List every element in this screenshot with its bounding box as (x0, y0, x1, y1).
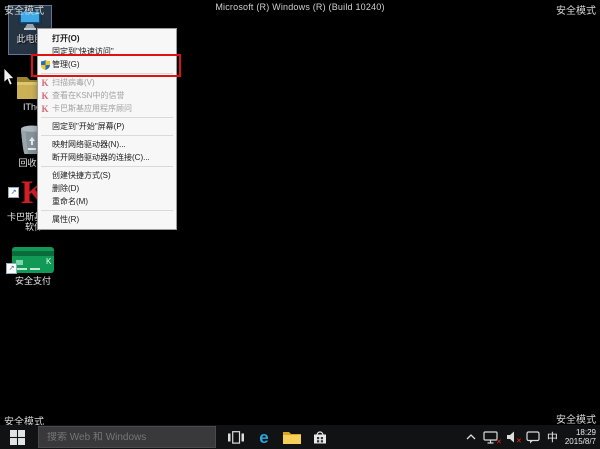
menu-icon-slot (40, 122, 50, 132)
task-view-button[interactable] (222, 425, 250, 449)
menu-item-open[interactable]: 打开(O) (38, 32, 176, 45)
show-hidden-icons-button[interactable] (466, 434, 476, 440)
disabled-x-icon: ✕ (496, 438, 502, 446)
menu-icon-slot (40, 171, 50, 181)
ime-indicator[interactable]: 中 (547, 429, 558, 445)
kaspersky-icon: K (40, 78, 50, 88)
edge-icon: e (259, 429, 268, 446)
start-button[interactable] (0, 425, 34, 449)
shortcut-arrow-icon: ↗ (6, 263, 17, 274)
menu-icon-slot (40, 153, 50, 163)
menu-item-label: 重命名(M) (52, 196, 88, 207)
taskbar-clock[interactable]: 18:29 2015/8/7 (565, 428, 596, 446)
menu-item-label: 断开网络驱动器的连接(C)... (52, 152, 150, 163)
annotation-highlight-box (31, 54, 181, 77)
menu-item-label: 属性(R) (52, 214, 79, 225)
chevron-up-icon (466, 434, 476, 440)
menu-item-disconnect-network-drive[interactable]: 断开网络驱动器的连接(C)... (38, 151, 176, 164)
menu-item-properties[interactable]: 属性(R) (38, 213, 176, 226)
menu-item-rename[interactable]: 重命名(M) (38, 195, 176, 208)
menu-separator (41, 166, 173, 167)
mouse-cursor (3, 68, 15, 91)
menu-icon-slot (40, 140, 50, 150)
menu-item-delete[interactable]: 删除(D) (38, 182, 176, 195)
menu-separator (41, 117, 173, 118)
menu-item-kaspersky-app-advisor[interactable]: K卡巴斯基应用程序顾问 (38, 102, 176, 115)
shortcut-arrow-icon: ↗ (8, 187, 19, 198)
menu-item-pin-to-start[interactable]: 固定到"开始"屏幕(P) (38, 120, 176, 133)
action-center-button[interactable] (526, 431, 540, 444)
windows-build-label: Microsoft (R) Windows (R) (Build 10240) (0, 2, 600, 12)
menu-item-label: 查看在KSN中的信誉 (52, 90, 124, 101)
file-explorer-icon (283, 430, 301, 444)
task-view-icon (228, 431, 244, 444)
menu-item-map-network-drive[interactable]: 映射网络驱动器(N)... (38, 138, 176, 151)
desktop-icon-label: 安全支付 (4, 276, 62, 286)
taskbar: e ✕ (0, 425, 600, 449)
menu-item-label: 扫描病毒(V) (52, 77, 95, 88)
volume-button[interactable]: ✕ (506, 431, 519, 443)
menu-item-label: 固定到"开始"屏幕(P) (52, 121, 124, 132)
menu-item-label: 创建快捷方式(S) (52, 170, 111, 181)
network-status-button[interactable]: ✕ (483, 431, 499, 444)
kaspersky-icon: K (40, 91, 50, 101)
menu-item-check-ksn-reputation[interactable]: K查看在KSN中的信誉 (38, 89, 176, 102)
windows-logo-icon (10, 430, 25, 445)
menu-item-label: 映射网络驱动器(N)... (52, 139, 126, 150)
menu-item-label: 打开(O) (52, 33, 80, 44)
menu-item-label: 卡巴斯基应用程序顾问 (52, 103, 132, 114)
system-tray: ✕ ✕ 中 18:29 2015/8/7 (466, 428, 600, 446)
svg-text:K: K (46, 257, 52, 266)
taskbar-search-box[interactable] (38, 426, 216, 448)
menu-item-scan-for-viruses[interactable]: K扫描病毒(V) (38, 76, 176, 89)
menu-icon-slot (40, 34, 50, 44)
desktop-icon-safe-money[interactable]: K ↗ 安全支付 (4, 244, 62, 286)
kaspersky-icon: K (40, 104, 50, 114)
menu-icon-slot (40, 184, 50, 194)
menu-icon-slot (40, 197, 50, 207)
menu-icon-slot (40, 215, 50, 225)
menu-separator (41, 135, 173, 136)
menu-separator (41, 210, 173, 211)
file-explorer-button[interactable] (278, 425, 306, 449)
safe-money-icon: K ↗ (4, 244, 62, 274)
search-input[interactable] (39, 432, 207, 443)
menu-item-label: 删除(D) (52, 183, 79, 194)
edge-button[interactable]: e (250, 425, 278, 449)
store-button[interactable] (306, 425, 334, 449)
clock-date: 2015/8/7 (565, 437, 596, 446)
menu-item-create-shortcut[interactable]: 创建快捷方式(S) (38, 169, 176, 182)
action-center-icon (526, 431, 540, 444)
clock-time: 18:29 (565, 428, 596, 437)
safe-mode-label-bottom-right: 安全模式 (556, 411, 596, 426)
store-icon (313, 430, 327, 444)
disabled-x-icon: ✕ (516, 437, 522, 445)
